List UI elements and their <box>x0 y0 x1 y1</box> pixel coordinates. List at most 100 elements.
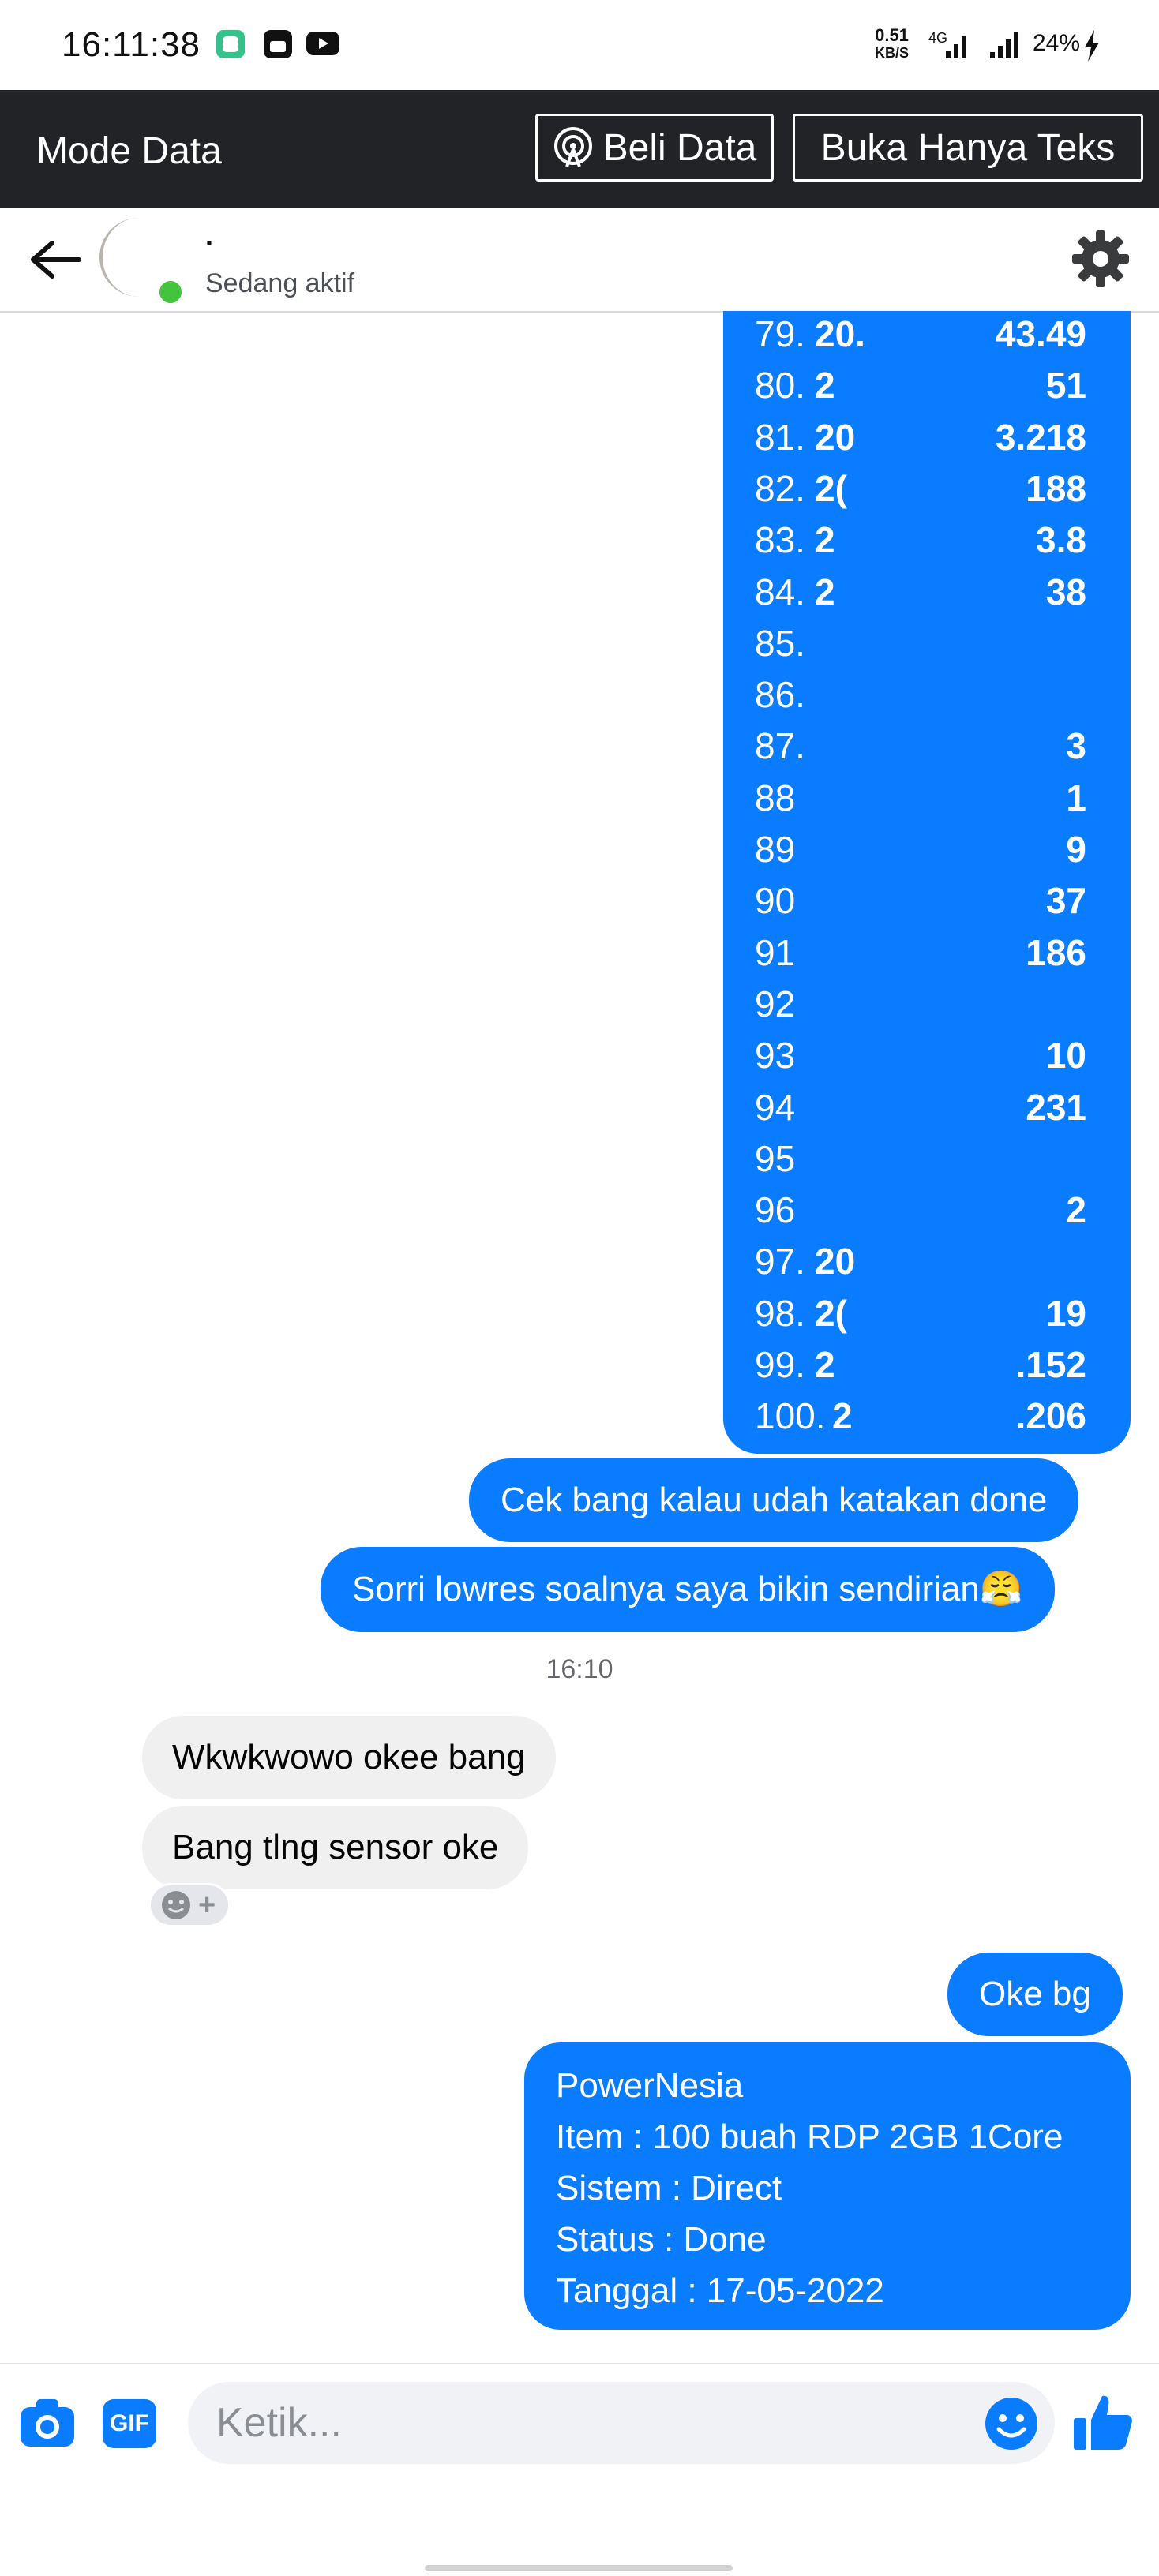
ip-list-number: 88 <box>755 777 796 818</box>
ip-list-row: 82. 2(188 <box>755 467 1126 519</box>
smiley-icon <box>162 1891 190 1919</box>
ip-list-suffix: 2 <box>1066 1189 1086 1231</box>
plus-icon: + <box>198 1888 216 1922</box>
like-thumb-icon[interactable] <box>1072 2391 1134 2453</box>
home-indicator <box>425 2565 733 2571</box>
ip-list-row: 95 <box>755 1137 1126 1189</box>
ip-list-suffix: 188 <box>1026 467 1086 509</box>
outgoing-message[interactable]: Sorri lowres soalnya saya bikin sendiria… <box>321 1547 1055 1632</box>
receipt-line: Sistem : Direct <box>556 2169 782 2207</box>
receipt-line: Status : Done <box>556 2220 767 2259</box>
bot-notification-icon <box>264 30 292 58</box>
receipt-message[interactable]: PowerNesia Item : 100 buah RDP 2GB 1Core… <box>524 2042 1131 2330</box>
ip-list-suffix: 37 <box>1045 880 1086 922</box>
ip-list-prefix: 20. <box>815 313 865 354</box>
text-only-button[interactable]: Buka Hanya Teks <box>793 114 1143 182</box>
text-only-label: Buka Hanya Teks <box>820 126 1116 169</box>
message-input[interactable] <box>188 2382 1055 2464</box>
ip-list-prefix: 20 <box>815 416 856 458</box>
ip-list-row: 79. 20. 43.49 <box>755 313 1126 364</box>
ip-list-prefix: 2 <box>815 519 835 561</box>
ip-list-row: 91 186 <box>755 931 1126 983</box>
ip-list-suffix: 19 <box>1045 1292 1086 1334</box>
signal-bars-icon <box>946 32 1018 58</box>
ip-list-number: 83. <box>755 519 805 561</box>
outgoing-message[interactable]: Oke bg <box>947 1953 1123 2036</box>
active-status: Sedang aktif <box>205 268 355 298</box>
ip-list-number: 87. <box>755 725 805 767</box>
outgoing-message[interactable]: Cek bang kalau udah katakan done <box>469 1458 1079 1542</box>
camera-icon[interactable] <box>19 2398 76 2448</box>
ip-list-prefix: 2 <box>815 365 835 406</box>
receipt-line: Tanggal : 17-05-2022 <box>556 2271 884 2310</box>
incoming-message[interactable]: Bang tlng sensor oke <box>142 1806 529 1889</box>
ip-list-suffix: 231 <box>1026 1086 1086 1128</box>
incoming-message[interactable]: Wkwkwowo okee bang <box>142 1716 556 1799</box>
ip-list-row: 97. 20 <box>755 1240 1126 1291</box>
data-mode-title: Mode Data <box>36 130 222 172</box>
ip-list-prefix: 2( <box>815 1292 847 1334</box>
ip-list-row: 86. <box>755 673 1126 724</box>
ip-list-suffix: 43.49 <box>995 313 1086 354</box>
ip-list-suffix: .206 <box>1015 1395 1086 1437</box>
online-indicator <box>156 278 185 306</box>
ip-list-row: 85. <box>755 622 1126 673</box>
network-type-label: 4G <box>928 30 948 46</box>
ip-list-number: 97. <box>755 1241 805 1282</box>
charging-icon <box>1085 30 1099 62</box>
ip-list-row: 98. 2( 19 <box>755 1292 1126 1343</box>
ip-list-row: 96 2 <box>755 1189 1126 1240</box>
ip-list-number: 89 <box>755 829 796 870</box>
ip-list-number: 98. <box>755 1292 805 1334</box>
ip-list-row: 100. 2 .206 <box>755 1395 1126 1446</box>
buy-data-label: Beli Data <box>602 126 757 169</box>
youtube-icon <box>306 32 339 55</box>
ip-list-suffix: 38 <box>1045 571 1086 612</box>
status-bar: 16:11:38 0.51 KB/S 4G 24% <box>0 0 1159 90</box>
ip-list-row: 80. 2 51 <box>755 364 1126 415</box>
ip-list-row: 83. 2 3.8 <box>755 519 1126 570</box>
ip-list-number: 91 <box>755 931 796 973</box>
ip-list-prefix: 2 <box>815 1344 835 1385</box>
ip-list-number: 85. <box>755 622 805 664</box>
message-timestamp: 16:10 <box>546 1654 613 1684</box>
ip-list-number: 93 <box>755 1035 796 1076</box>
gif-button[interactable]: GIF <box>103 2399 156 2448</box>
add-reaction-button[interactable]: + <box>148 1883 231 1927</box>
contact-name: . <box>205 219 214 252</box>
ip-list-number: 81. <box>755 416 805 458</box>
ip-list-suffix: 10 <box>1045 1035 1086 1076</box>
receipt-line: Item : 100 buah RDP 2GB 1Core <box>556 2117 1063 2156</box>
receipt-line: PowerNesia <box>556 2066 744 2105</box>
ip-list-suffix: .152 <box>1015 1344 1086 1385</box>
ip-list-number: 92 <box>755 983 796 1024</box>
ip-list-row: 90 37 <box>755 879 1126 930</box>
gear-icon[interactable] <box>1071 229 1131 289</box>
emoji-icon[interactable] <box>984 2396 1039 2451</box>
ip-list-prefix: 20 <box>815 1241 856 1282</box>
ip-list-row: 94 231 <box>755 1086 1126 1137</box>
ip-list-suffix: 51 <box>1045 365 1086 406</box>
ip-list-row: 81. 20 3.218 <box>755 416 1126 467</box>
gif-label: GIF <box>110 2410 149 2436</box>
ip-list-row: 87. 3 <box>755 724 1126 776</box>
ip-list-suffix: 186 <box>1026 931 1086 973</box>
ip-list-prefix: 2( <box>815 467 847 509</box>
chat-header: . Sedang aktif <box>0 208 1159 313</box>
back-arrow-icon[interactable] <box>28 240 84 279</box>
ip-list-prefix: 2 <box>815 571 835 612</box>
ip-list-number: 94 <box>755 1086 796 1128</box>
ip-list-prefix: 2 <box>832 1395 853 1437</box>
ip-list-suffix: 3 <box>1066 725 1086 767</box>
ip-list-row: 92 <box>755 983 1126 1034</box>
network-speed: 0.51 KB/S <box>875 25 910 62</box>
ip-list-number: 99. <box>755 1344 805 1385</box>
ip-list-row: 99. 2 .152 <box>755 1343 1126 1395</box>
ip-list-number: 86. <box>755 674 805 716</box>
buy-data-button[interactable]: Beli Data <box>535 114 774 182</box>
ip-list-row: 88 1 <box>755 777 1126 828</box>
ip-list-number: 100. <box>755 1395 826 1437</box>
ip-list-message[interactable]: 79. 20. 43.49 80. 2 51 81. 20 3.218 82. 2(188 83. 2 3… <box>723 311 1131 1454</box>
broadcast-icon <box>553 127 592 167</box>
status-clock: 16:11:38 <box>62 25 201 64</box>
